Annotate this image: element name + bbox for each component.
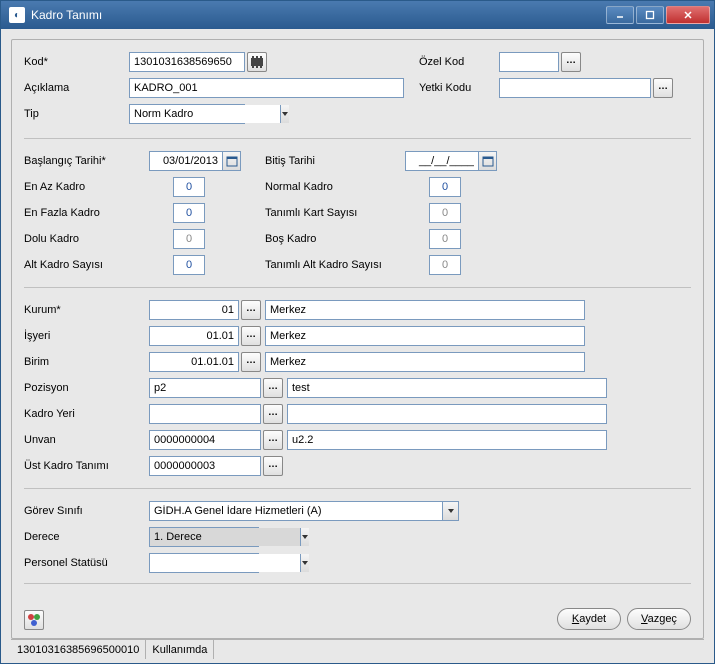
titlebar: ◐ Kadro Tanımı — [1, 1, 714, 29]
yetki-kodu-input[interactable] — [499, 78, 651, 98]
chevron-down-icon[interactable] — [300, 528, 309, 546]
tip-combo[interactable] — [129, 104, 245, 124]
minimize-button[interactable] — [606, 6, 634, 24]
status-id: 13010316385696500010 — [11, 640, 146, 659]
baslangic-date[interactable] — [149, 151, 241, 171]
kadroyeri-code[interactable] — [149, 404, 261, 424]
normal-label: Normal Kadro — [265, 181, 405, 193]
bitis-date[interactable] — [405, 151, 497, 171]
main-panel: Kod* Açıklama Tip — [11, 39, 704, 639]
statu-label: Personel Statüsü — [24, 557, 149, 569]
en-az-input[interactable] — [173, 177, 205, 197]
window-title: Kadro Tanımı — [31, 8, 606, 22]
kurum-code[interactable] — [149, 300, 239, 320]
kurum-lookup[interactable] — [241, 300, 261, 320]
kadro-tanimi-window: ◐ Kadro Tanımı Kod* — [0, 0, 715, 664]
unvan-desc[interactable] — [287, 430, 607, 450]
calendar-icon[interactable] — [222, 152, 240, 170]
save-button[interactable]: Kaydet — [557, 608, 621, 630]
normal-input[interactable] — [429, 177, 461, 197]
aciklama-label: Açıklama — [24, 82, 129, 94]
baslangic-label: Başlangıç Tarihi* — [24, 155, 149, 167]
isyeri-lookup[interactable] — [241, 326, 261, 346]
tanimli-alt-input — [429, 255, 461, 275]
statu-input[interactable] — [150, 554, 300, 572]
gorev-input[interactable] — [150, 502, 442, 520]
kadroyeri-desc[interactable] — [287, 404, 607, 424]
statu-combo[interactable] — [149, 553, 259, 573]
ozel-kod-label: Özel Kod — [419, 56, 499, 68]
unvan-code[interactable] — [149, 430, 261, 450]
ozel-kod-input[interactable] — [499, 52, 559, 72]
cancel-button[interactable]: Vazgeç — [627, 608, 691, 630]
birim-desc[interactable] — [265, 352, 585, 372]
ozel-kod-lookup[interactable] — [561, 52, 581, 72]
chevron-down-icon[interactable] — [300, 554, 309, 572]
pozisyon-label: Pozisyon — [24, 382, 149, 394]
chevron-down-icon[interactable] — [442, 502, 458, 520]
gorev-combo[interactable] — [149, 501, 459, 521]
pozisyon-lookup[interactable] — [263, 378, 283, 398]
close-button[interactable] — [666, 6, 710, 24]
unvan-lookup[interactable] — [263, 430, 283, 450]
en-fazla-label: En Fazla Kadro — [24, 207, 149, 219]
tanimli-kart-input — [429, 203, 461, 223]
birim-label: Birim — [24, 356, 149, 368]
kurum-label: Kurum* — [24, 304, 149, 316]
statusbar: 13010316385696500010 Kullanımda — [11, 639, 704, 659]
ust-code[interactable] — [149, 456, 261, 476]
kod-label: Kod* — [24, 56, 129, 68]
unvan-label: Unvan — [24, 434, 149, 446]
en-az-label: En Az Kadro — [24, 181, 149, 193]
isyeri-desc[interactable] — [265, 326, 585, 346]
tanimli-alt-label: Tanımlı Alt Kadro Sayısı — [265, 259, 405, 271]
tip-label: Tip — [24, 108, 129, 120]
gorev-label: Görev Sınıfı — [24, 505, 149, 517]
yetki-kodu-lookup[interactable] — [653, 78, 673, 98]
chevron-down-icon[interactable] — [280, 105, 289, 123]
kurum-desc[interactable] — [265, 300, 585, 320]
app-icon: ◐ — [9, 7, 25, 23]
color-tool-icon[interactable] — [24, 610, 44, 630]
status-state: Kullanımda — [146, 640, 214, 659]
tanimli-kart-label: Tanımlı Kart Sayısı — [265, 207, 405, 219]
kadroyeri-lookup[interactable] — [263, 404, 283, 424]
tip-input[interactable] — [130, 105, 280, 123]
ust-label: Üst Kadro Tanımı — [24, 460, 149, 472]
bos-label: Boş Kadro — [265, 233, 405, 245]
calendar-icon[interactable] — [478, 152, 496, 170]
birim-code[interactable] — [149, 352, 239, 372]
pozisyon-desc[interactable] — [287, 378, 607, 398]
pozisyon-code[interactable] — [149, 378, 261, 398]
maximize-button[interactable] — [636, 6, 664, 24]
alt-input[interactable] — [173, 255, 205, 275]
dolu-input — [173, 229, 205, 249]
bos-input — [429, 229, 461, 249]
film-icon[interactable] — [247, 52, 267, 72]
kadroyeri-label: Kadro Yeri — [24, 408, 149, 420]
isyeri-label: İşyeri — [24, 330, 149, 342]
bitis-input[interactable] — [406, 152, 478, 170]
dolu-label: Dolu Kadro — [24, 233, 149, 245]
en-fazla-input[interactable] — [173, 203, 205, 223]
derece-label: Derece — [24, 531, 149, 543]
derece-combo[interactable] — [149, 527, 259, 547]
ust-lookup[interactable] — [263, 456, 283, 476]
baslangic-input[interactable] — [150, 152, 222, 170]
isyeri-code[interactable] — [149, 326, 239, 346]
alt-label: Alt Kadro Sayısı — [24, 259, 149, 271]
kod-input[interactable] — [129, 52, 245, 72]
bitis-label: Bitiş Tarihi — [265, 155, 405, 167]
client-area: Kod* Açıklama Tip — [1, 29, 714, 663]
yetki-kodu-label: Yetki Kodu — [419, 82, 499, 94]
birim-lookup[interactable] — [241, 352, 261, 372]
derece-input[interactable] — [150, 528, 300, 546]
aciklama-input[interactable] — [129, 78, 404, 98]
